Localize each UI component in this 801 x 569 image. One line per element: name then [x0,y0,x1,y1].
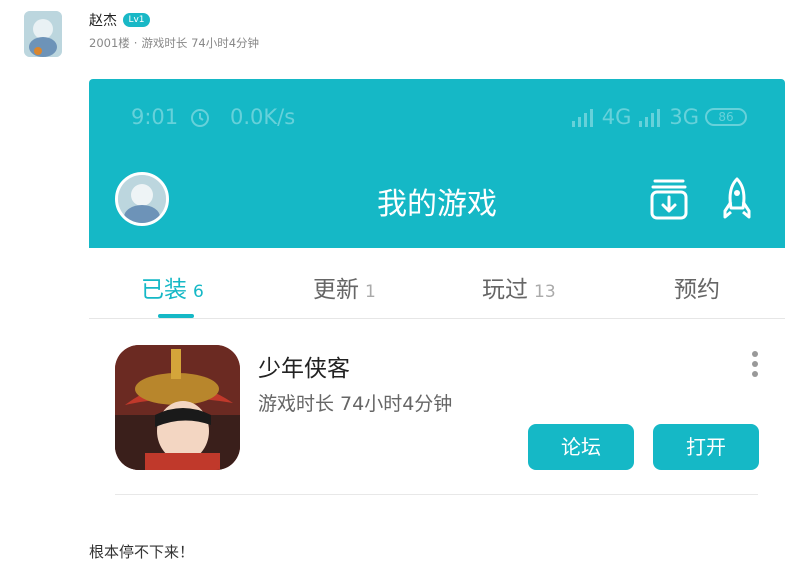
embedded-screenshot[interactable]: 9:01 0.0K/s 4G 3G 86 我的游戏 已装 6 更新 1 玩过 1… [89,79,785,499]
network-3g: 3G [669,105,699,129]
status-time: 9:01 [131,105,179,129]
status-bar: 9:01 0.0K/s 4G 3G 86 [89,79,785,154]
post-playtime: 游戏时长 74小时4分钟 [141,36,260,50]
download-manager-icon[interactable] [649,177,689,221]
tab-updates[interactable]: 更新 1 [313,270,376,304]
post-meta: 2001楼 · 游戏时长 74小时4分钟 [89,35,259,51]
game-name[interactable]: 少年侠客 [258,349,350,383]
tab-installed[interactable]: 已装 6 [141,270,204,304]
more-vertical-icon[interactable] [751,350,759,378]
status-right: 4G 3G 86 [570,105,747,129]
battery-indicator: 86 [705,108,747,126]
comment-text: 根本停不下来！ [89,543,195,561]
tab-played[interactable]: 玩过 13 [482,270,556,304]
game-playtime: 游戏时长 74小时4分钟 [258,393,453,415]
author-name[interactable]: 赵杰 [89,10,117,30]
network-4g: 4G [601,105,632,129]
tab-reserved[interactable]: 预约 [674,270,720,304]
signal-bars-icon [571,109,593,127]
post: 赵杰 Lv1 2001楼·游戏时长 74小时4分钟 9:01 0.0K/s [0,0,801,569]
app-header: 9:01 0.0K/s 4G 3G 86 我的游戏 [89,79,785,248]
status-speed: 0.0K/s [230,105,296,129]
meta-separator: · [133,36,138,50]
signal-bars-icon [639,109,661,127]
divider [115,494,758,495]
active-tab-indicator [158,314,194,318]
floor-number: 2001楼 [89,36,130,50]
level-badge: Lv1 [123,13,150,27]
alarm-clock-icon [191,109,209,127]
forum-button[interactable]: 论坛 [528,424,634,470]
rocket-icon[interactable] [722,177,752,221]
user-avatar[interactable] [24,11,62,57]
open-button[interactable]: 打开 [653,424,759,470]
tab-bar: 已装 6 更新 1 玩过 13 预约 [89,248,785,319]
game-icon[interactable] [115,345,240,470]
